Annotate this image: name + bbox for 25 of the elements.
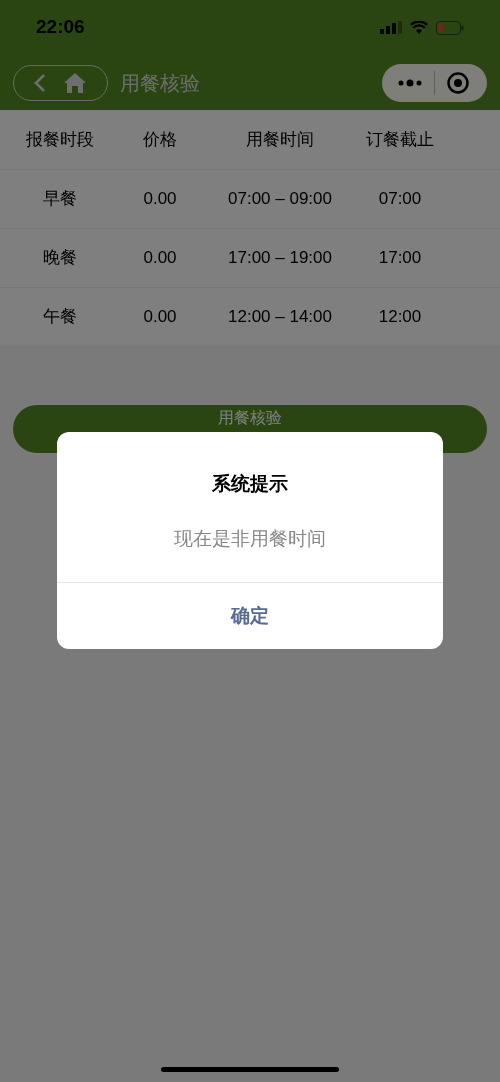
column-header: 价格 — [143, 128, 177, 151]
table-cell-text: 17:00 – 19:00 — [228, 247, 332, 270]
table-cell-text: 晚餐 — [43, 247, 77, 270]
table-cell-text: 早餐 — [43, 188, 77, 211]
confirm-button[interactable]: 确定 — [57, 583, 443, 649]
table-cell-text: 0.00 — [143, 247, 177, 270]
close-icon[interactable] — [447, 71, 469, 94]
table-cell-text: 午餐 — [43, 306, 77, 329]
dialog-title: 系统提示 — [211, 472, 289, 496]
table-cell-text: 12:00 — [378, 306, 422, 329]
wifi-icon — [410, 21, 428, 34]
column-header: 用餐时间 — [246, 128, 314, 151]
table-cell-text: 0.00 — [143, 306, 177, 329]
signal-icon — [380, 21, 402, 34]
table-cell-text: 0.00 — [143, 188, 177, 211]
table-cell-text: 07:00 — [378, 188, 422, 211]
column-header: 报餐时段 — [26, 128, 94, 151]
status-time: 22:06 — [36, 15, 85, 40]
table-cell-text: 17:00 — [378, 247, 422, 270]
dialog-message: 现在是非用餐时间 — [173, 526, 327, 551]
table-cell-text: 07:00 – 09:00 — [228, 188, 332, 211]
table-cell-text: 12:00 – 14:00 — [228, 306, 332, 329]
page-title: 用餐核验 — [120, 70, 200, 96]
column-header: 订餐截止 — [366, 128, 434, 151]
more-icon[interactable] — [398, 78, 422, 87]
